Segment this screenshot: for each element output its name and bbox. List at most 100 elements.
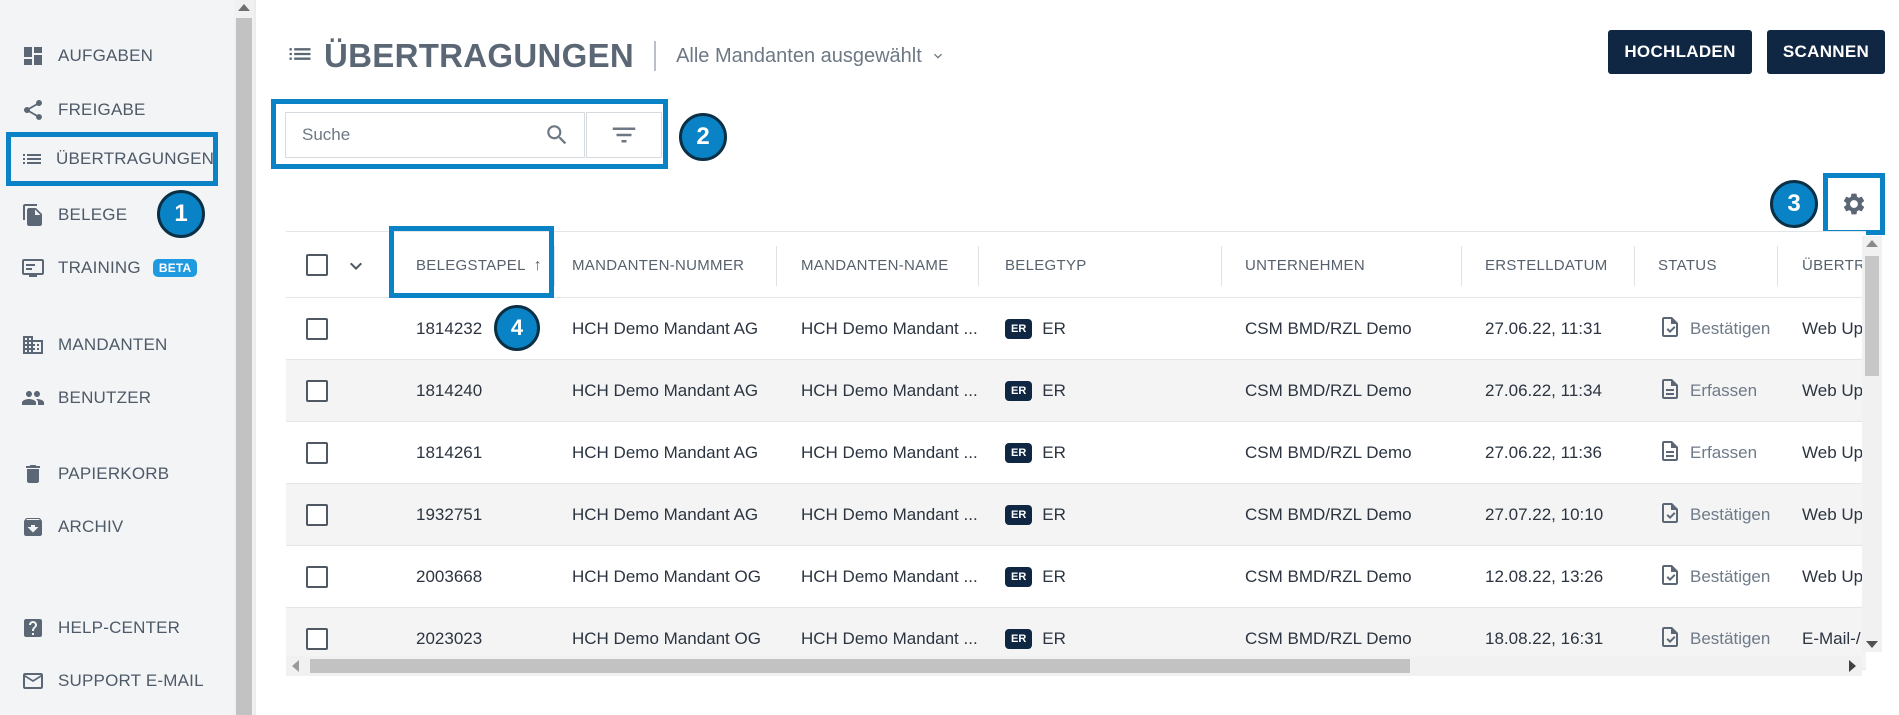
- column-header-erstelldatum[interactable]: ERSTELLDATUM: [1485, 232, 1608, 299]
- share-icon: [20, 97, 46, 123]
- scroll-down-arrow[interactable]: [1866, 641, 1878, 648]
- chevron-down-icon[interactable]: [344, 254, 368, 278]
- column-header-unternehmen[interactable]: UNTERNEHMEN: [1245, 232, 1365, 299]
- table-vertical-scrollbar[interactable]: [1862, 236, 1882, 652]
- cell-belegtyp: ER ER: [1005, 484, 1066, 546]
- scroll-up-arrow[interactable]: [1866, 240, 1878, 247]
- cell-belegtyp: ER ER: [1005, 360, 1066, 422]
- table-row[interactable]: 1814240 HCH Demo Mandant AG HCH Demo Man…: [286, 360, 1866, 422]
- cell-mandanten-name: HCH Demo Mandant ...: [801, 567, 978, 586]
- column-header-status[interactable]: STATUS: [1658, 232, 1717, 299]
- upload-button[interactable]: HOCHLADEN: [1608, 30, 1752, 74]
- sidebar-item-label: FREIGABE: [58, 100, 146, 119]
- table-horizontal-scrollbar[interactable]: [286, 656, 1862, 676]
- cell-unternehmen: CSM BMD/RZL Demo: [1245, 505, 1412, 524]
- users-icon: [20, 385, 46, 411]
- column-separator[interactable]: [1221, 246, 1222, 286]
- row-checkbox[interactable]: [306, 566, 328, 588]
- row-checkbox[interactable]: [306, 628, 328, 650]
- column-separator[interactable]: [776, 246, 777, 286]
- cell-belegstapel: 2003668: [416, 567, 483, 586]
- cell-mandanten-nummer: HCH Demo Mandant OG: [572, 567, 761, 586]
- sidebar-scrollbar[interactable]: [234, 0, 254, 715]
- search-icon[interactable]: [544, 122, 570, 153]
- header-divider: [654, 41, 657, 71]
- sidebar-item-mandanten[interactable]: MANDANTEN: [6, 322, 218, 368]
- doc-check-icon: [1658, 501, 1690, 530]
- filter-icon: [612, 127, 636, 143]
- row-checkbox[interactable]: [306, 380, 328, 402]
- sidebar-item-support-email[interactable]: SUPPORT E-MAIL: [6, 658, 218, 704]
- mandant-select[interactable]: Alle Mandanten ausgewählt: [676, 45, 946, 68]
- sidebar-item-freigabe[interactable]: FREIGABE: [6, 87, 218, 133]
- sidebar: AUFGABEN FREIGABE ÜBERTRAGUNGEN BELEGE T…: [0, 0, 234, 715]
- cell-uebertragung: Web Up: [1802, 567, 1864, 586]
- cell-status[interactable]: Bestätigen: [1658, 484, 1770, 546]
- cell-mandanten-name: HCH Demo Mandant ...: [801, 319, 978, 338]
- sidebar-item-uebertragungen[interactable]: ÜBERTRAGUNGEN: [6, 132, 218, 186]
- help-icon: [20, 615, 46, 641]
- column-separator[interactable]: [1777, 246, 1778, 286]
- sidebar-item-label: BENUTZER: [58, 388, 152, 407]
- cell-unternehmen: CSM BMD/RZL Demo: [1245, 319, 1412, 338]
- table-row[interactable]: 1932751 HCH Demo Mandant AG HCH Demo Man…: [286, 484, 1866, 546]
- belegtyp-tag: ER: [1005, 319, 1033, 339]
- column-header-mandanten-nummer[interactable]: MANDANTEN-NUMMER: [572, 232, 744, 299]
- scroll-up-arrow[interactable]: [238, 4, 250, 11]
- table-row[interactable]: 2003668 HCH Demo Mandant OG HCH Demo Man…: [286, 546, 1866, 608]
- row-checkbox[interactable]: [306, 504, 328, 526]
- column-settings-button[interactable]: [1823, 173, 1885, 235]
- row-checkbox[interactable]: [306, 318, 328, 340]
- search-input[interactable]: [285, 112, 585, 158]
- cell-status[interactable]: Erfassen: [1658, 422, 1757, 484]
- doc-lines-icon: [1658, 377, 1690, 406]
- select-all-checkbox[interactable]: [306, 254, 328, 276]
- column-separator[interactable]: [1634, 246, 1635, 286]
- sidebar-item-help-center[interactable]: HELP-CENTER: [6, 605, 218, 651]
- beta-badge: BETA: [152, 259, 198, 277]
- sidebar-item-benutzer[interactable]: BENUTZER: [6, 375, 218, 421]
- sidebar-item-archiv[interactable]: ARCHIV: [6, 504, 218, 550]
- cell-mandanten-nummer: HCH Demo Mandant AG: [572, 381, 759, 400]
- cell-status[interactable]: Erfassen: [1658, 360, 1757, 422]
- sidebar-item-aufgaben[interactable]: AUFGABEN: [6, 33, 218, 79]
- cell-uebertragung: Web Up: [1802, 505, 1864, 524]
- cell-erstelldatum: 27.06.22, 11:34: [1485, 381, 1602, 400]
- gear-icon: [1843, 193, 1865, 215]
- cell-erstelldatum: 27.07.22, 10:10: [1485, 505, 1604, 524]
- cell-status[interactable]: Bestätigen: [1658, 298, 1770, 360]
- column-separator[interactable]: [554, 246, 555, 286]
- callout-badge-2: 2: [679, 113, 727, 161]
- column-header-mandanten-name[interactable]: MANDANTEN-NAME: [801, 232, 949, 299]
- table-row[interactable]: 1814261 HCH Demo Mandant AG HCH Demo Man…: [286, 422, 1866, 484]
- column-header-belegtyp[interactable]: BELEGTYP: [1005, 232, 1087, 299]
- chevron-down-icon: [933, 53, 942, 59]
- column-separator[interactable]: [978, 246, 979, 286]
- doc-check-icon: [1658, 625, 1690, 654]
- filter-button[interactable]: [586, 112, 662, 158]
- table-row[interactable]: 1814232 HCH Demo Mandant AG HCH Demo Man…: [286, 298, 1866, 360]
- belegtyp-tag: ER: [1005, 381, 1033, 401]
- divider: [254, 0, 256, 715]
- cell-mandanten-nummer: HCH Demo Mandant AG: [572, 319, 759, 338]
- archive-icon: [20, 514, 46, 540]
- scrollbar-thumb[interactable]: [310, 659, 1410, 673]
- cell-mandanten-nummer: HCH Demo Mandant AG: [572, 505, 759, 524]
- scrollbar-thumb[interactable]: [1865, 256, 1879, 376]
- column-header-uebertragung[interactable]: ÜBERTR: [1802, 232, 1865, 299]
- scroll-left-arrow[interactable]: [292, 660, 299, 672]
- cell-mandanten-name: HCH Demo Mandant ...: [801, 505, 978, 524]
- column-separator[interactable]: [1461, 246, 1462, 286]
- cell-belegstapel: 1814261: [416, 443, 483, 462]
- scroll-right-arrow[interactable]: [1849, 660, 1856, 672]
- cell-unternehmen: CSM BMD/RZL Demo: [1245, 567, 1412, 586]
- cell-status[interactable]: Bestätigen: [1658, 546, 1770, 608]
- scan-button[interactable]: SCANNEN: [1767, 30, 1885, 74]
- cell-belegstapel: 1814232: [416, 319, 483, 338]
- row-checkbox[interactable]: [306, 442, 328, 464]
- sidebar-item-papierkorb[interactable]: PAPIERKORB: [6, 451, 218, 497]
- belegtyp-tag: ER: [1005, 505, 1033, 525]
- sidebar-item-training[interactable]: TRAINING BETA: [6, 245, 218, 291]
- cell-mandanten-name: HCH Demo Mandant ...: [801, 443, 978, 462]
- scrollbar-thumb[interactable]: [236, 18, 252, 715]
